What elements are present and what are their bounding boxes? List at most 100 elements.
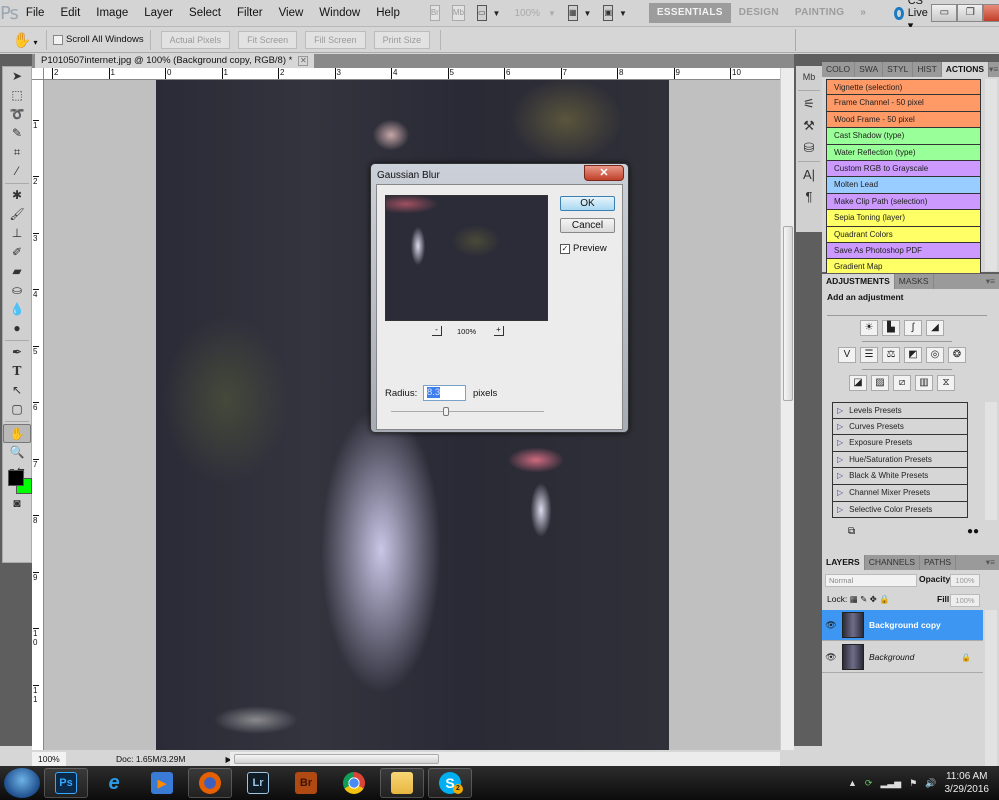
preview-checkbox[interactable]: ✓ Preview: [560, 243, 607, 254]
blur-tool-icon[interactable]: 💧: [3, 300, 31, 319]
action-item[interactable]: Save As Photoshop PDF: [826, 242, 981, 260]
clip-to-layer-icon[interactable]: ●●: [967, 526, 979, 537]
network-signal-icon[interactable]: ▂▃▅: [880, 778, 901, 789]
vibrance-icon[interactable]: V: [838, 347, 856, 363]
lock-all-icon[interactable]: 🔒: [879, 594, 890, 604]
close-button[interactable]: ✕: [983, 4, 999, 22]
radius-slider[interactable]: [391, 407, 544, 416]
preset-item[interactable]: ▷ Levels Presets: [832, 402, 968, 419]
brush-panel-icon[interactable]: ⚒: [796, 115, 822, 137]
clone-stamp-tool-icon[interactable]: ⊥: [3, 224, 31, 243]
lasso-tool-icon[interactable]: ➰: [3, 105, 31, 124]
fill-field[interactable]: 100%: [950, 594, 980, 607]
action-item[interactable]: Wood Frame - 50 pixel: [826, 111, 981, 129]
curves-icon[interactable]: ∫: [904, 320, 922, 336]
scrollbar-thumb[interactable]: [783, 226, 793, 401]
action-item[interactable]: Frame Channel - 50 pixel: [826, 95, 981, 112]
taskbar-bridge[interactable]: Br: [284, 768, 328, 798]
cancel-button[interactable]: Cancel: [560, 218, 615, 233]
lock-transparent-icon[interactable]: ▦: [850, 594, 858, 604]
clock[interactable]: 11:06 AM 3/29/2016: [945, 770, 990, 796]
invert-icon[interactable]: ◪: [849, 375, 867, 391]
selective-color-icon[interactable]: ⧖: [937, 375, 955, 391]
tab-channels[interactable]: CHANNELS: [865, 555, 920, 570]
close-icon[interactable]: ✕: [298, 56, 309, 66]
sync-icon[interactable]: ⟳: [865, 778, 873, 789]
expand-triangle-icon[interactable]: ▷: [837, 468, 843, 484]
menu-window[interactable]: Window: [311, 0, 368, 27]
tab-swatches[interactable]: SWA: [855, 62, 884, 77]
fit-screen-button[interactable]: Fit Screen: [238, 30, 298, 49]
preset-item[interactable]: ▷ Black & White Presets: [832, 468, 968, 485]
eraser-tool-icon[interactable]: ▰: [3, 262, 31, 281]
zoom-out-button[interactable]: -: [432, 326, 442, 336]
expand-triangle-icon[interactable]: ▷: [837, 452, 843, 468]
menu-edit[interactable]: Edit: [52, 0, 88, 27]
lock-image-icon[interactable]: ✎: [860, 594, 867, 604]
action-item[interactable]: Cast Shadow (type): [826, 128, 981, 145]
menu-layer[interactable]: Layer: [136, 0, 181, 27]
marquee-tool-icon[interactable]: ⬚: [3, 86, 31, 105]
volume-icon[interactable]: 🔊: [925, 778, 936, 789]
layer-row-background-copy[interactable]: 👁 Background copy: [822, 610, 983, 641]
brush-tool-icon[interactable]: 🖌: [3, 205, 31, 224]
arrange-documents-icon[interactable]: ▦: [567, 5, 578, 21]
hand-tool-icon[interactable]: ✋: [3, 424, 31, 443]
menu-select[interactable]: Select: [181, 0, 229, 27]
gradient-map-icon[interactable]: ▥: [915, 375, 933, 391]
levels-icon[interactable]: ▙: [882, 320, 900, 336]
action-center-flag-icon[interactable]: ⚑: [909, 778, 917, 789]
show-hidden-icons[interactable]: ▲: [848, 778, 857, 788]
panel-menu-icon[interactable]: ▾≡: [989, 62, 999, 77]
layers-scrollbar[interactable]: [985, 610, 997, 788]
zoom-in-button[interactable]: +: [494, 326, 504, 336]
launch-mini-bridge-icon[interactable]: Mb: [451, 5, 465, 21]
move-tool-icon[interactable]: ➤: [3, 67, 31, 86]
taskbar-media-player[interactable]: ▶: [140, 768, 184, 798]
taskbar-chrome[interactable]: [332, 768, 376, 798]
ok-button[interactable]: OK: [560, 196, 615, 211]
return-to-list-icon[interactable]: ⧉: [848, 526, 855, 537]
zoom-level-select[interactable]: 100%: [514, 8, 540, 19]
radius-input[interactable]: 8.3: [423, 385, 466, 401]
expand-triangle-icon[interactable]: ▷: [837, 485, 843, 501]
type-tool-icon[interactable]: T: [3, 362, 31, 381]
expand-triangle-icon[interactable]: ▷: [837, 435, 843, 451]
brightness-contrast-icon[interactable]: ☀: [860, 320, 878, 336]
brush-presets-icon[interactable]: ⚟: [796, 93, 822, 115]
actual-pixels-button[interactable]: Actual Pixels: [160, 30, 231, 49]
preset-item[interactable]: ▷ Channel Mixer Presets: [832, 484, 968, 502]
menu-help[interactable]: Help: [368, 0, 408, 27]
color-balance-icon[interactable]: ⚖: [882, 347, 900, 363]
document-tab[interactable]: P1010507internet.jpg @ 100% (Background …: [35, 54, 315, 68]
taskbar-lightroom[interactable]: Lr: [236, 768, 280, 798]
horizontal-scrollbar[interactable]: [230, 752, 780, 766]
expand-triangle-icon[interactable]: ▷: [837, 403, 843, 418]
zoom-level-field[interactable]: 100%: [32, 752, 66, 766]
workspace-essentials[interactable]: ESSENTIALS: [648, 3, 731, 23]
quick-mask-icon[interactable]: ◙: [3, 494, 31, 513]
crop-tool-icon[interactable]: ⌗: [3, 143, 31, 162]
horizontal-ruler[interactable]: 210123456789101: [44, 68, 780, 80]
exposure-icon[interactable]: ◢: [926, 320, 944, 336]
zoom-tool-icon[interactable]: 🔍: [3, 443, 31, 462]
spot-healing-tool-icon[interactable]: ✱: [3, 186, 31, 205]
actions-scrollbar[interactable]: [985, 79, 997, 271]
visibility-eye-icon[interactable]: 👁: [822, 652, 840, 663]
view-extras-icon[interactable]: ▭: [476, 5, 487, 21]
checkbox-checked-icon[interactable]: ✓: [560, 243, 570, 254]
quick-selection-tool-icon[interactable]: ✎: [3, 124, 31, 143]
presets-scrollbar[interactable]: [985, 402, 997, 520]
action-item[interactable]: Water Reflection (type): [826, 144, 981, 161]
action-item[interactable]: Make Clip Path (selection): [826, 193, 981, 211]
scrollbar-thumb[interactable]: [234, 754, 439, 764]
hand-tool-preset-icon[interactable]: ✋ ▾: [10, 31, 40, 49]
chevron-down-icon[interactable]: ▼: [584, 9, 592, 18]
menu-view[interactable]: View: [271, 0, 312, 27]
blur-preview-image[interactable]: [385, 195, 548, 321]
tab-color[interactable]: COLO: [822, 62, 856, 77]
posterize-icon[interactable]: ▨: [871, 375, 889, 391]
scroll-all-windows-checkbox[interactable]: Scroll All Windows: [53, 34, 144, 45]
tab-masks[interactable]: MASKS: [895, 274, 934, 289]
preset-item[interactable]: ▷ Curves Presets: [832, 418, 968, 436]
